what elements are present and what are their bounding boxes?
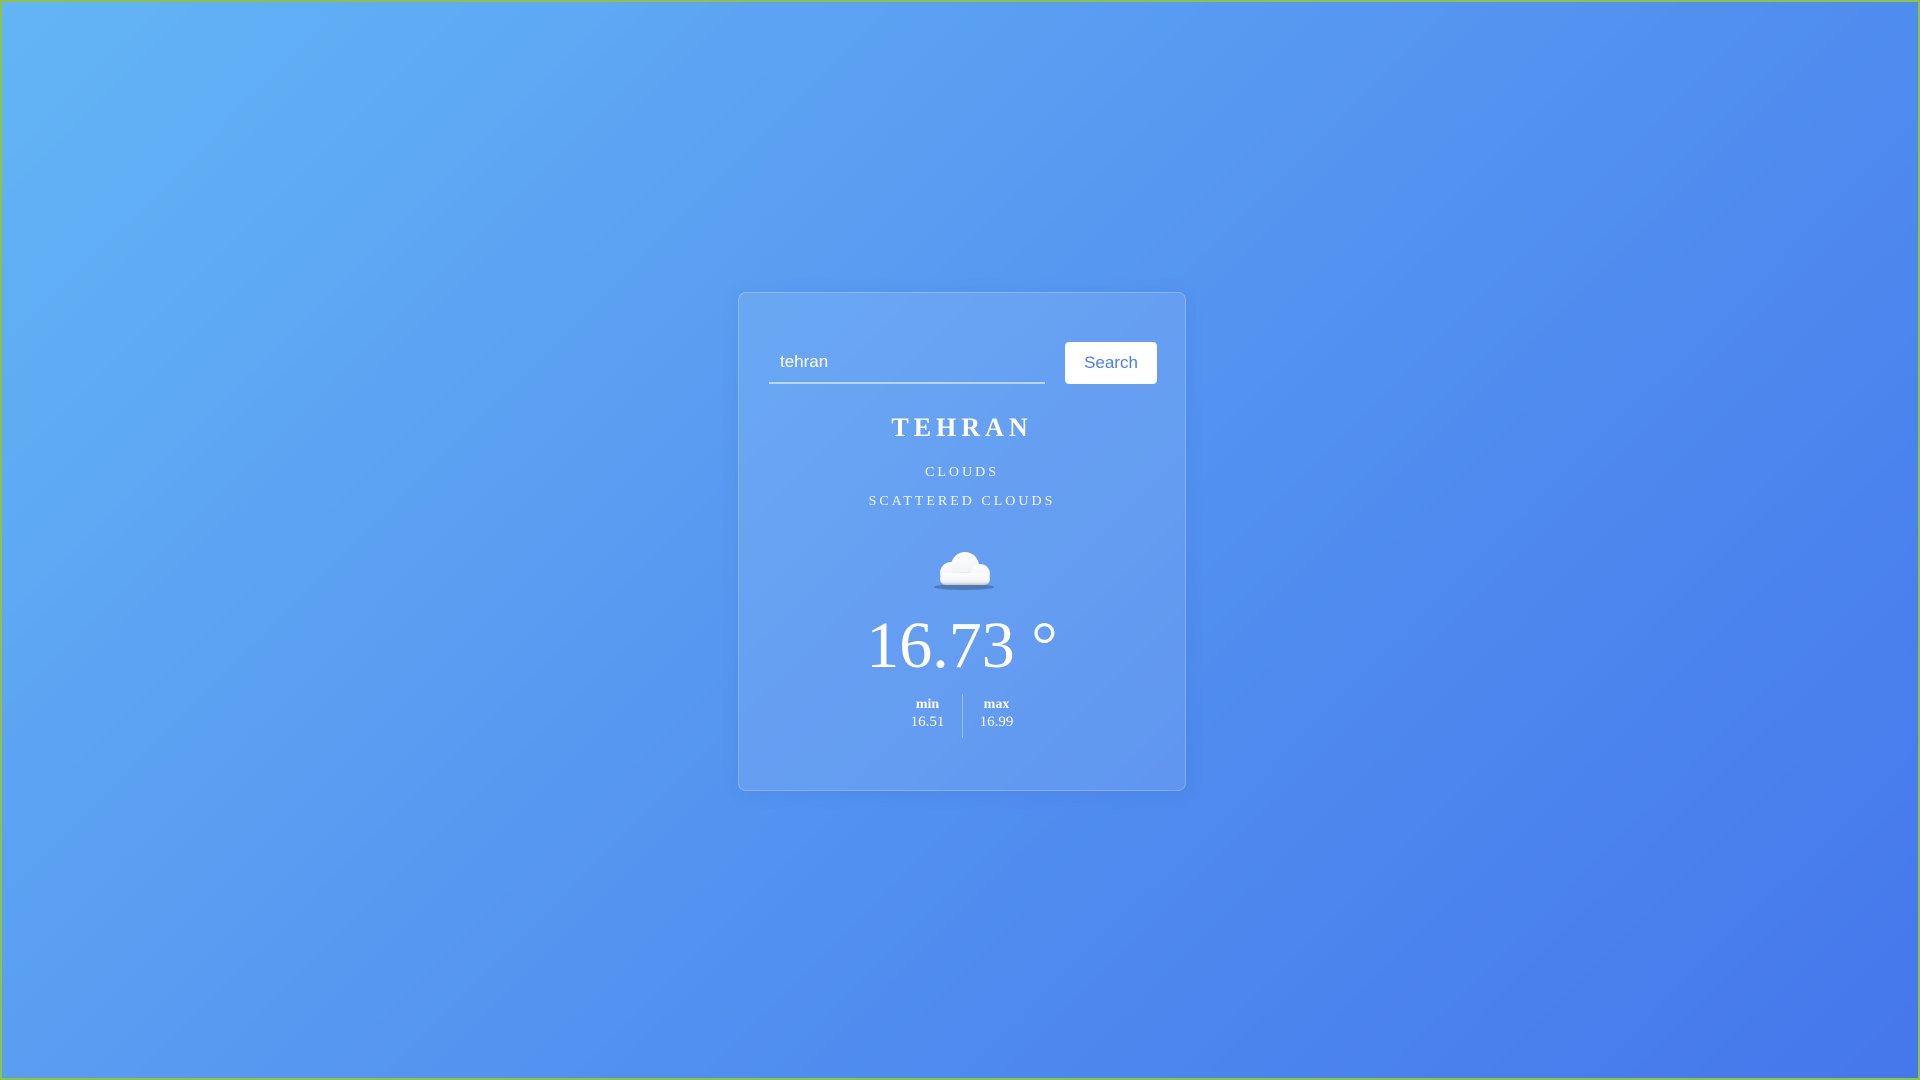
temperature-value: 16.73 ° [866, 609, 1058, 682]
search-bar: Search [769, 342, 1157, 384]
max-value: 16.99 [979, 714, 1014, 730]
weather-description: SCATTERED CLOUDS [868, 494, 1056, 509]
max-label: max [983, 697, 1010, 712]
min-value: 16.51 [910, 714, 945, 730]
weather-card: Search TEHRAN CLOUDS SCATTERED CLOUDS 16… [738, 292, 1186, 791]
city-name: TEHRAN [891, 413, 1033, 442]
cloud-icon [934, 552, 994, 590]
search-button[interactable]: Search [1065, 342, 1157, 384]
min-label: min [915, 697, 940, 712]
weather-condition: CLOUDS [924, 465, 999, 480]
max-temperature: max 16.99 [963, 696, 1031, 738]
min-temperature: min 16.51 [894, 696, 962, 738]
min-max-section: min 16.51 max 16.99 [739, 694, 1185, 738]
city-search-input[interactable] [769, 342, 1045, 384]
